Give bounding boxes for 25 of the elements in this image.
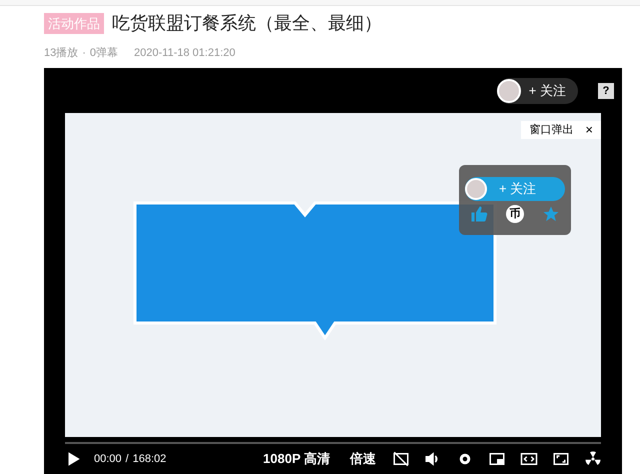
total-time: 168:02 bbox=[132, 452, 166, 467]
video-title: 吃货联盟订餐系统（最全、最细） bbox=[112, 12, 382, 35]
publish-datetime: 2020-11-18 01:21:20 bbox=[134, 46, 236, 61]
time-separator: / bbox=[126, 452, 129, 467]
close-button[interactable]: × bbox=[585, 120, 593, 140]
avatar-icon bbox=[496, 78, 521, 102]
help-button[interactable]: ? bbox=[598, 82, 614, 98]
avatar-icon bbox=[465, 178, 487, 200]
danmaku-count: 0弹幕 bbox=[90, 46, 118, 61]
separator-dot: · bbox=[82, 46, 86, 61]
picture-in-picture-icon[interactable] bbox=[488, 450, 506, 468]
activity-tag: 活动作品 bbox=[44, 12, 104, 34]
danmaku-off-icon[interactable] bbox=[392, 450, 410, 468]
follow-button[interactable]: + 关注 bbox=[496, 78, 578, 104]
fullscreen-icon[interactable] bbox=[552, 450, 570, 468]
current-time: 00:00 bbox=[94, 452, 122, 467]
wide-screen-icon[interactable] bbox=[520, 450, 538, 468]
play-count: 13播放 bbox=[44, 46, 78, 61]
thumbs-up-icon[interactable] bbox=[470, 205, 488, 223]
star-icon[interactable] bbox=[542, 205, 560, 223]
quality-button[interactable]: 1080P 高清 bbox=[263, 449, 330, 469]
coin-icon[interactable]: 币 bbox=[506, 205, 524, 223]
popout-button[interactable]: 窗口弹出 bbox=[529, 122, 574, 138]
speed-button[interactable]: 倍速 bbox=[350, 449, 376, 469]
radiation-icon[interactable] bbox=[584, 450, 602, 468]
